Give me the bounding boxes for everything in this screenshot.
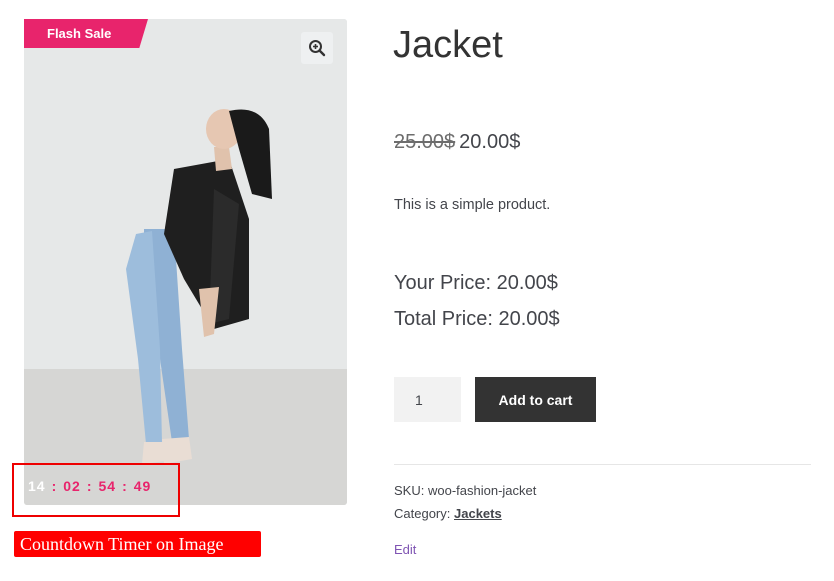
product-image[interactable]	[24, 19, 347, 505]
product-price: 25.00$ 20.00$	[394, 131, 520, 154]
add-to-cart-button[interactable]: Add to cart	[475, 377, 596, 422]
category-line: Category: Jackets	[394, 506, 502, 521]
divider	[394, 464, 811, 465]
product-description: This is a simple product.	[394, 197, 551, 213]
product-photo	[24, 19, 347, 505]
old-price: 25.00$	[394, 131, 456, 153]
sku-line: SKU: woo-fashion-jacket	[394, 483, 536, 498]
your-price: Your Price: 20.00$	[394, 272, 558, 294]
sku-label: SKU:	[394, 483, 425, 498]
edit-link[interactable]: Edit	[394, 542, 416, 557]
product-title: Jacket	[393, 24, 503, 66]
sale-price: 20.00$	[459, 131, 521, 153]
zoom-button[interactable]	[301, 32, 333, 64]
annotation-label: Countdown Timer on Image	[14, 531, 261, 557]
category-label: Category:	[394, 506, 451, 521]
quantity-input[interactable]	[394, 377, 461, 422]
sku-value: woo-fashion-jacket	[427, 483, 537, 498]
total-price: Total Price: 20.00$	[394, 308, 560, 330]
category-link[interactable]: Jackets	[454, 506, 502, 521]
zoom-in-icon	[309, 40, 326, 57]
timer-highlight-box	[12, 463, 180, 517]
flash-sale-badge: Flash Sale	[24, 19, 148, 48]
